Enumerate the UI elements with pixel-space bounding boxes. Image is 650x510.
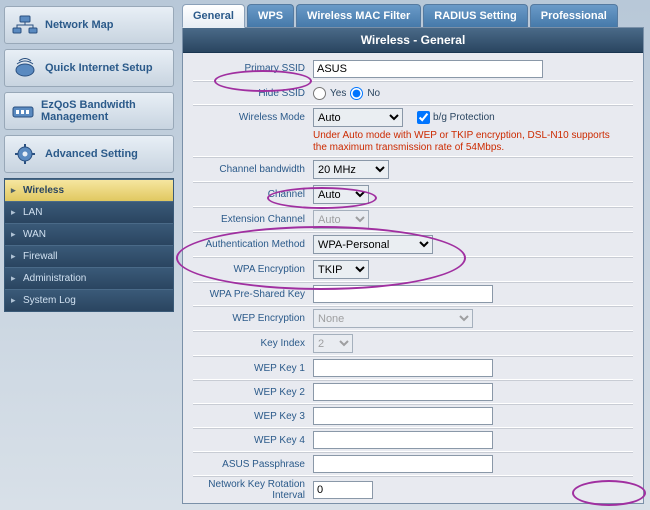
tab-wps[interactable]: WPS: [247, 4, 294, 28]
rotation-input[interactable]: [313, 481, 373, 499]
channel-select[interactable]: Auto: [313, 185, 369, 204]
auth-select[interactable]: WPA-Personal: [313, 235, 433, 254]
channel-bw-label: Channel bandwidth: [193, 164, 313, 175]
main-content: General WPS Wireless MAC Filter RADIUS S…: [178, 0, 650, 510]
wpa-psk-label: WPA Pre-Shared Key: [193, 289, 313, 300]
wep2-input[interactable]: [313, 383, 493, 401]
wep3-input[interactable]: [313, 407, 493, 425]
channel-label: Channel: [193, 189, 313, 200]
wpa-psk-input[interactable]: [313, 285, 493, 303]
sidebar-label: Advanced Setting: [45, 148, 138, 160]
hide-ssid-no-text: No: [367, 88, 380, 99]
key-index-select[interactable]: 2: [313, 334, 353, 353]
sidebar-sub-lan[interactable]: LAN: [5, 201, 173, 223]
panel-title: Wireless - General: [183, 28, 643, 53]
sidebar-sub-wireless[interactable]: Wireless: [5, 179, 173, 201]
tab-radius[interactable]: RADIUS Setting: [423, 4, 528, 28]
wep2-label: WEP Key 2: [193, 387, 313, 398]
bg-protection-checkbox[interactable]: [417, 111, 430, 124]
wpa-enc-label: WPA Encryption: [193, 264, 313, 275]
ext-channel-select[interactable]: Auto: [313, 210, 369, 229]
hide-ssid-yes-text: Yes: [330, 88, 346, 99]
sidebar-label: EzQoS Bandwidth Management: [41, 99, 167, 123]
sidebar-label: Network Map: [45, 19, 113, 31]
wireless-mode-label: Wireless Mode: [193, 108, 313, 123]
asus-passphrase-input[interactable]: [313, 455, 493, 473]
auth-label: Authentication Method: [193, 239, 313, 250]
wep-enc-select[interactable]: None: [313, 309, 473, 328]
wireless-mode-note: Under Auto mode with WEP or TKIP encrypt…: [313, 130, 613, 154]
tab-bar: General WPS Wireless MAC Filter RADIUS S…: [182, 4, 644, 28]
wep-enc-label: WEP Encryption: [193, 313, 313, 324]
primary-ssid-label: Primary SSID: [193, 63, 313, 74]
tab-professional[interactable]: Professional: [530, 4, 618, 28]
network-map-icon: [11, 13, 39, 37]
sidebar-item-quick-setup[interactable]: Quick Internet Setup: [4, 49, 174, 87]
wep1-label: WEP Key 1: [193, 363, 313, 374]
wireless-mode-select[interactable]: Auto: [313, 108, 403, 127]
tab-mac-filter[interactable]: Wireless MAC Filter: [296, 4, 421, 28]
sidebar-sub-wan[interactable]: WAN: [5, 223, 173, 245]
wep3-label: WEP Key 3: [193, 411, 313, 422]
sidebar-sub-firewall[interactable]: Firewall: [5, 245, 173, 267]
sidebar-label: Quick Internet Setup: [45, 62, 153, 74]
sidebar-item-advanced[interactable]: Advanced Setting: [4, 135, 174, 173]
sidebar-item-ezqos[interactable]: EzQoS Bandwidth Management: [4, 92, 174, 130]
primary-ssid-input[interactable]: [313, 60, 543, 78]
wpa-enc-select[interactable]: TKIP: [313, 260, 369, 279]
gear-icon: [11, 142, 39, 166]
wep4-input[interactable]: [313, 431, 493, 449]
key-index-label: Key Index: [193, 338, 313, 349]
hide-ssid-yes-radio[interactable]: [313, 87, 326, 100]
sidebar-submenu: Wireless LAN WAN Firewall Administration…: [4, 178, 174, 312]
wep1-input[interactable]: [313, 359, 493, 377]
bg-protection-text: b/g Protection: [433, 112, 495, 123]
channel-bw-select[interactable]: 20 MHz: [313, 160, 389, 179]
asus-passphrase-label: ASUS Passphrase: [193, 459, 313, 470]
settings-form: Primary SSID Hide SSID Yes No: [183, 53, 643, 504]
bandwidth-icon: [11, 99, 35, 123]
tab-general[interactable]: General: [182, 4, 245, 28]
sidebar-item-network-map[interactable]: Network Map: [4, 6, 174, 44]
sidebar-sub-system-log[interactable]: System Log: [5, 289, 173, 311]
hide-ssid-no-radio[interactable]: [350, 87, 363, 100]
hide-ssid-label: Hide SSID: [193, 88, 313, 99]
sidebar-sub-administration[interactable]: Administration: [5, 267, 173, 289]
ext-channel-label: Extension Channel: [193, 214, 313, 225]
rotation-label: Network Key Rotation Interval: [193, 479, 313, 501]
settings-panel: Wireless - General Primary SSID Hide SSI…: [182, 27, 644, 504]
sidebar: Network Map Quick Internet Setup EzQoS B…: [0, 0, 178, 510]
wep4-label: WEP Key 4: [193, 435, 313, 446]
globe-icon: [11, 56, 39, 80]
